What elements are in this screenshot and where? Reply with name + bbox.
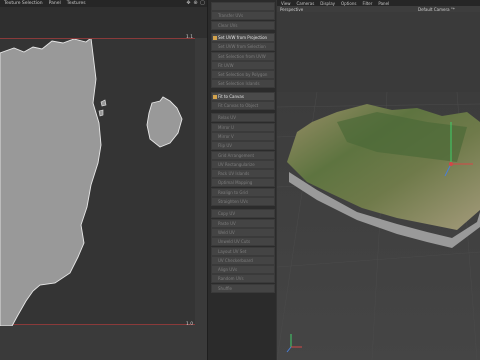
command-button[interactable]: Mirror V (211, 131, 275, 141)
command-button[interactable]: Random UVs (211, 274, 275, 284)
uv-tick-bottom: 1.0 (186, 322, 194, 327)
command-label: Set UVW from Projection (218, 34, 268, 40)
uv-island-fragment (100, 99, 107, 107)
projection-icon (213, 35, 217, 40)
command-label: Grid Arrangement (218, 152, 255, 158)
command-button[interactable]: Weld UV (211, 227, 275, 237)
uv-menubar: Texture Selection Panel Textures (0, 0, 207, 7)
command-label: Shuffle (218, 285, 232, 291)
command-button[interactable]: Layout UV Set (211, 246, 275, 256)
uv-island-shapes (0, 39, 183, 326)
command-button[interactable]: Set UVW from Selection (211, 42, 275, 52)
menu-texture-selection[interactable]: Texture Selection (4, 1, 43, 6)
command-label: Copy UV (218, 211, 236, 217)
command-button[interactable]: Fit to Canvas (211, 91, 275, 101)
menu-display[interactable]: Display (320, 1, 335, 6)
menu-view[interactable]: View (281, 1, 291, 6)
command-button[interactable]: Fit UVW (211, 60, 275, 70)
command-button[interactable]: Copy UV (211, 209, 275, 219)
command-button[interactable]: Unweld UV Cuts (211, 237, 275, 247)
uv-nav-icons: ✥ ⊕ ▢ (186, 0, 205, 7)
command-label: UV Rectangularize (218, 161, 255, 167)
command-button[interactable]: Optimal Mapping (211, 178, 275, 188)
command-button[interactable]: Paste UV (211, 218, 275, 228)
command-button[interactable]: Grid Arrangement (211, 150, 275, 160)
uv-island-main (0, 39, 102, 326)
command-button[interactable]: Flip UV (211, 141, 275, 151)
command-button[interactable]: UV Checkerboard (211, 255, 275, 265)
command-button[interactable]: Realign to Grid (211, 187, 275, 197)
command-button[interactable]: Fit Canvas to Object (211, 101, 275, 110)
command-label: Set UVW from Selection (218, 44, 266, 50)
command-button[interactable]: Align UVs (211, 265, 275, 275)
command-label: Fit UVW (218, 62, 234, 68)
command-label: Unweld UV Cuts (218, 239, 251, 245)
command-button[interactable]: Set Selection by Polygon (211, 70, 275, 80)
zoom-view-icon[interactable]: ⊕ (193, 1, 198, 6)
uv-island-small (146, 96, 183, 148)
uv-commands-panel: Transfer UVs Clear UVs Set UVW from Projec… (207, 0, 276, 360)
command-button[interactable]: Set Selection Islands (211, 79, 275, 89)
uv-island-fragment (98, 109, 104, 117)
command-label: Align UVs (218, 267, 238, 273)
command-label: Fit Canvas to Object (218, 103, 259, 108)
command-label: Paste UV (218, 220, 236, 226)
uv-canvas[interactable] (0, 38, 195, 326)
command-button[interactable]: Set Selection from UVW (211, 51, 275, 61)
command-label: Set Selection Islands (218, 81, 260, 87)
camera-name[interactable]: Default Camera °* (418, 7, 455, 12)
command-button[interactable]: Shuffle (211, 283, 275, 293)
command-label: Straighten UVs (218, 199, 248, 204)
command-label: Flip UV (218, 143, 232, 149)
command-button[interactable]: Relax UV (211, 113, 275, 123)
maximize-icon[interactable]: ▢ (200, 1, 205, 6)
command-label: Mirror U (218, 124, 234, 130)
uv-tick-top: 1.1 (186, 35, 194, 40)
command-label: Clear UVs (218, 22, 238, 28)
command-button[interactable] (211, 2, 275, 11)
command-label: Mirror V (218, 133, 234, 139)
command-label: Realign to Grid (218, 189, 248, 195)
command-button[interactable]: Set UVW from Projection (211, 32, 275, 42)
viewport-panel[interactable]: View Cameras Display Options Filter Pane… (277, 0, 480, 360)
command-button[interactable]: Pack UV Islands (211, 169, 275, 179)
command-label: Relax UV (218, 115, 236, 121)
move-view-icon[interactable]: ✥ (186, 1, 191, 6)
menu-textures[interactable]: Textures (67, 1, 86, 6)
command-label: Optimal Mapping (218, 180, 253, 186)
menu-panel[interactable]: Panel (49, 1, 61, 6)
viewport-scene[interactable] (277, 12, 480, 360)
command-button[interactable]: Transfer UVs (211, 11, 275, 21)
command-label: Layout UV Set (218, 248, 247, 254)
menu-options[interactable]: Options (341, 1, 356, 6)
command-button[interactable]: Mirror U (211, 122, 275, 132)
fit-canvas-icon (213, 94, 217, 99)
command-label: Fit to Canvas (218, 93, 244, 99)
uv-editor-panel[interactable]: Texture Selection Panel Textures ✥ ⊕ ▢ 1… (0, 0, 207, 360)
command-button[interactable]: Clear UVs (211, 20, 275, 30)
command-label: Random UVs (218, 276, 244, 282)
command-button[interactable]: Straighten UVs (211, 197, 275, 206)
command-label: Transfer UVs (218, 13, 244, 19)
command-label: Set Selection from UVW (218, 53, 266, 59)
uv-canvas-margin (0, 7, 207, 38)
command-button[interactable]: UV Rectangularize (211, 159, 275, 169)
menu-panel[interactable]: Panel (378, 1, 389, 6)
menu-filter[interactable]: Filter (362, 1, 372, 6)
command-label: Pack UV Islands (218, 171, 250, 177)
command-label: UV Checkerboard (218, 257, 253, 263)
command-label: Set Selection by Polygon (218, 72, 268, 78)
command-label: Weld UV (218, 229, 235, 235)
menu-cameras[interactable]: Cameras (297, 1, 315, 6)
view-name: Perspective (280, 6, 304, 12)
